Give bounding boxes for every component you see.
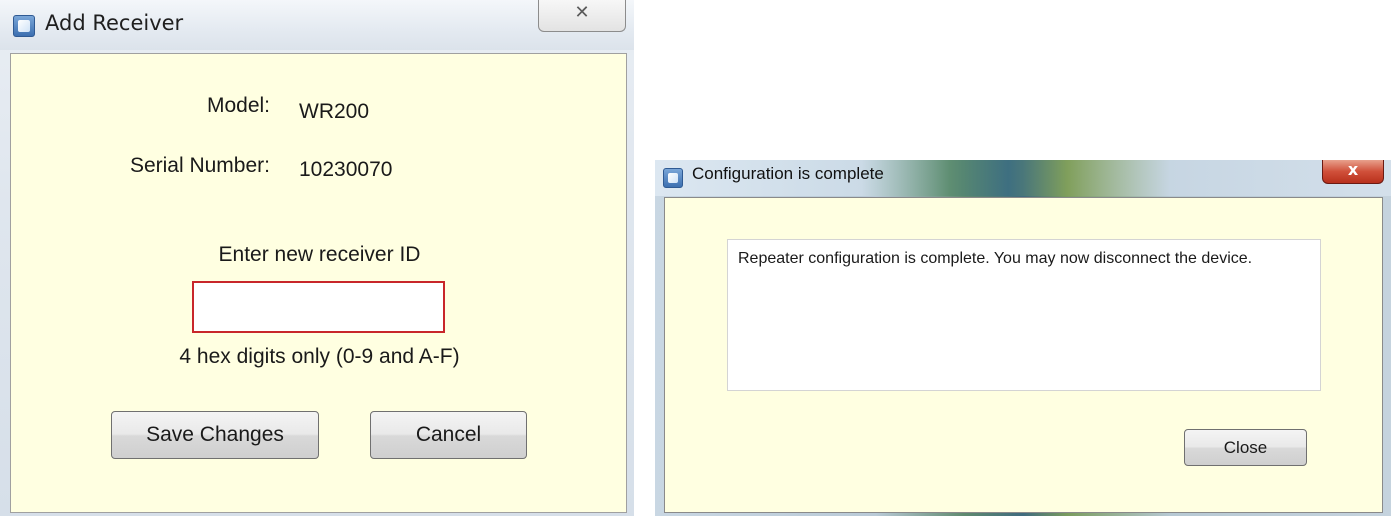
add-receiver-client-area: Model: WR200 Serial Number: 10230070 Ent…	[10, 53, 627, 513]
app-window-icon	[13, 15, 35, 37]
serial-number-value: 10230070	[299, 158, 393, 181]
window-close-button[interactable]: ✕	[538, 0, 626, 32]
window-title: Configuration is complete	[692, 164, 884, 183]
configuration-complete-window: Configuration is complete x Repeater con…	[655, 160, 1391, 516]
receiver-id-input[interactable]	[192, 281, 445, 333]
configuration-titlebar[interactable]: Configuration is complete x	[655, 160, 1391, 196]
model-value: WR200	[299, 100, 370, 123]
close-button[interactable]: Close	[1184, 429, 1307, 466]
cancel-button[interactable]: Cancel	[370, 411, 527, 459]
screenshot-canvas: Add Receiver ✕ Model: WR200 Serial Numbe…	[0, 0, 1391, 516]
window-title: Add Receiver	[45, 11, 184, 35]
configuration-client-area: Repeater configuration is complete. You …	[664, 197, 1383, 513]
app-window-icon	[663, 168, 683, 188]
window-close-button[interactable]: x	[1322, 160, 1384, 184]
save-changes-button[interactable]: Save Changes	[111, 411, 319, 459]
add-receiver-window: Add Receiver ✕ Model: WR200 Serial Numbe…	[0, 0, 634, 516]
add-receiver-titlebar[interactable]: Add Receiver ✕	[0, 0, 634, 50]
receiver-id-prompt: Enter new receiver ID	[218, 243, 421, 266]
serial-number-label: Serial Number:	[129, 154, 270, 177]
message-text-box: Repeater configuration is complete. You …	[727, 239, 1321, 391]
receiver-id-hint: 4 hex digits only (0-9 and A-F)	[179, 345, 460, 368]
model-label: Model:	[206, 94, 270, 117]
